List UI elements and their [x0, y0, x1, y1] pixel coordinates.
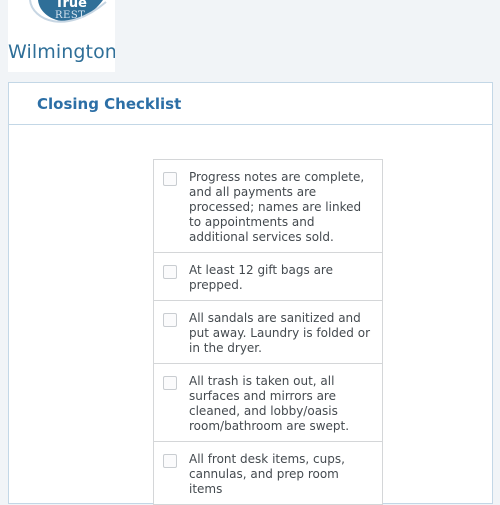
panel-title: Closing Checklist	[37, 94, 182, 113]
logo-brand-rest: REST	[55, 10, 86, 21]
checklist-item-label: Progress notes are complete, and all pay…	[189, 170, 365, 244]
checklist-item-label: At least 12 gift bags are prepped.	[189, 263, 333, 292]
checkbox[interactable]	[163, 376, 177, 390]
checklist-item[interactable]: All front desk items, cups, cannulas, an…	[154, 441, 382, 504]
panel-header: Closing Checklist	[9, 83, 492, 125]
closing-checklist-panel: Closing Checklist Progress notes are com…	[8, 82, 493, 505]
checklist-item[interactable]: Progress notes are complete, and all pay…	[154, 160, 382, 252]
checkbox[interactable]	[163, 313, 177, 327]
checklist-item[interactable]: All sandals are sanitized and put away. …	[154, 300, 382, 363]
checklist: Progress notes are complete, and all pay…	[153, 159, 383, 505]
checklist-item[interactable]: At least 12 gift bags are prepped.	[154, 252, 382, 300]
checklist-item-label: All trash is taken out, all surfaces and…	[189, 374, 350, 433]
logo-location: Wilmington	[8, 41, 115, 63]
checklist-item[interactable]: All trash is taken out, all surfaces and…	[154, 363, 382, 441]
checklist-item-label: All front desk items, cups, cannulas, an…	[189, 452, 345, 496]
checkbox[interactable]	[163, 265, 177, 279]
brand-logo: True REST Wilmington	[8, 0, 115, 72]
checklist-item-label: All sandals are sanitized and put away. …	[189, 311, 371, 355]
checkbox[interactable]	[163, 454, 177, 468]
checkbox[interactable]	[163, 172, 177, 186]
